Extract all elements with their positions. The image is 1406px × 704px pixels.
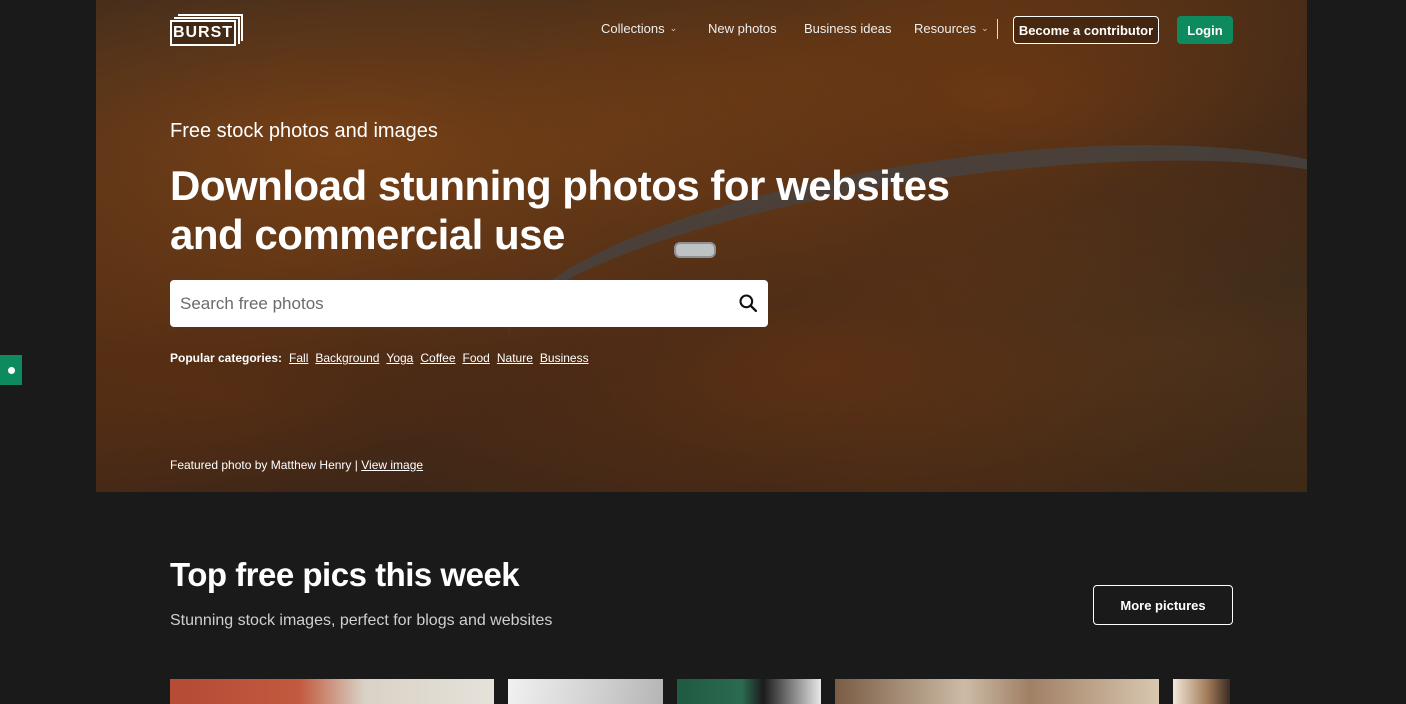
nav-new-photos[interactable]: New photos <box>708 21 777 36</box>
nav-business-ideas[interactable]: Business ideas <box>804 21 891 36</box>
view-image-link[interactable]: View image <box>361 458 423 472</box>
photo-thumbnail[interactable] <box>170 679 494 704</box>
more-pictures-button[interactable]: More pictures <box>1093 585 1233 625</box>
logo-frame-line <box>174 17 238 19</box>
photo-thumbnail[interactable] <box>677 679 821 704</box>
nav-label: Business ideas <box>804 21 892 36</box>
category-link-business[interactable]: Business <box>540 351 589 365</box>
logo-frame-line <box>241 14 243 41</box>
become-contributor-button[interactable]: Become a contributor <box>1013 16 1159 44</box>
photo-thumbnail[interactable] <box>835 679 1159 704</box>
categories-label: Popular categories: <box>170 351 283 365</box>
chevron-down-icon: ⌄ <box>981 23 989 33</box>
logo-frame-line <box>178 14 241 16</box>
category-link-coffee[interactable]: Coffee <box>420 351 455 365</box>
logo-frame-line <box>238 17 240 44</box>
feedback-tab[interactable] <box>0 355 22 385</box>
search-icon[interactable] <box>738 293 758 313</box>
chevron-down-icon: ⌄ <box>669 23 678 33</box>
photo-thumbnail[interactable] <box>1173 679 1230 704</box>
login-button[interactable]: Login <box>1177 16 1233 44</box>
nav-divider <box>997 19 998 39</box>
hero-eyebrow: Free stock photos and images <box>170 120 438 142</box>
nav-label: Resources <box>914 21 977 36</box>
featured-credit: Featured photo by Matthew Henry | View i… <box>170 458 423 472</box>
featured-text: Featured photo by Matthew Henry | <box>170 458 358 472</box>
section-subtitle: Stunning stock images, perfect for blogs… <box>170 612 553 629</box>
nav-resources[interactable]: Resources ⌄ <box>914 21 989 36</box>
logo-text: BURST <box>170 20 236 46</box>
section-title: Top free pics this week <box>170 556 520 593</box>
category-link-food[interactable]: Food <box>463 351 490 365</box>
nav-label: Collections <box>601 21 665 36</box>
category-link-background[interactable]: Background <box>315 351 379 365</box>
nav-label: New photos <box>708 21 777 36</box>
feedback-icon <box>7 366 15 374</box>
photo-thumbnail[interactable] <box>508 679 663 704</box>
category-link-nature[interactable]: Nature <box>497 351 533 365</box>
search-input[interactable] <box>170 283 710 324</box>
burst-logo[interactable]: BURST <box>170 14 243 46</box>
nav-collections[interactable]: Collections ⌄ <box>601 21 677 36</box>
popular-categories: Popular categories: Fall Background Yoga… <box>170 351 589 365</box>
category-link-fall[interactable]: Fall <box>289 351 308 365</box>
hero-headline: Download stunning photos for websites an… <box>170 162 950 258</box>
search-bar[interactable] <box>170 280 768 327</box>
category-link-yoga[interactable]: Yoga <box>386 351 413 365</box>
